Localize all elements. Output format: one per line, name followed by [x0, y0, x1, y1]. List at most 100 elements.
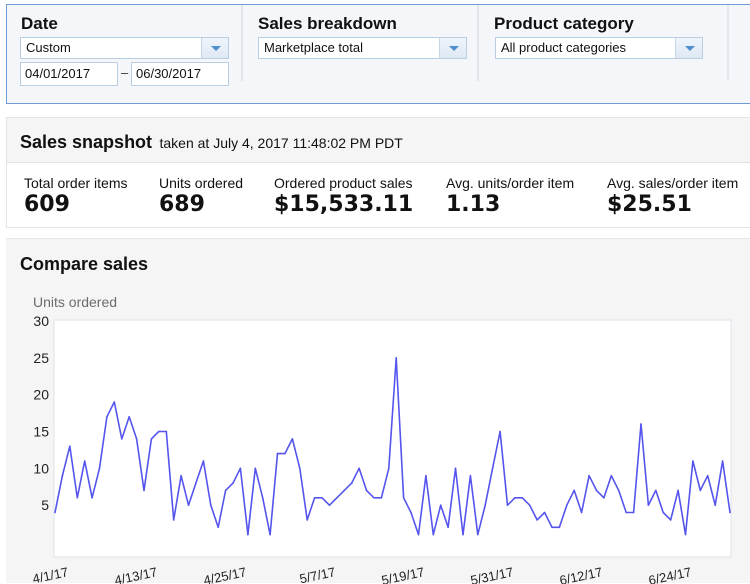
data-point[interactable] [477, 533, 479, 536]
data-point[interactable] [506, 504, 509, 507]
data-point[interactable] [677, 489, 679, 492]
data-point[interactable] [714, 504, 716, 507]
data-point[interactable] [365, 489, 368, 492]
data-point[interactable] [632, 511, 635, 514]
data-point[interactable] [350, 482, 353, 484]
data-point[interactable] [106, 416, 108, 418]
data-point[interactable] [380, 497, 383, 499]
data-point[interactable] [692, 460, 694, 462]
data-point[interactable] [210, 504, 212, 507]
data-point[interactable] [373, 497, 375, 499]
data-point[interactable] [417, 533, 420, 536]
data-point[interactable] [269, 533, 271, 536]
data-point[interactable] [276, 452, 279, 455]
data-point[interactable] [217, 526, 219, 529]
sales-breakdown-select[interactable]: Marketplace total [258, 37, 467, 59]
data-point[interactable] [684, 533, 687, 536]
data-point[interactable] [54, 511, 56, 514]
data-point[interactable] [313, 497, 316, 499]
data-point[interactable] [536, 519, 538, 521]
data-point[interactable] [625, 511, 627, 514]
data-point[interactable] [729, 511, 731, 514]
data-point[interactable] [121, 438, 123, 440]
data-point[interactable] [224, 489, 227, 492]
data-point[interactable] [699, 489, 702, 492]
data-point[interactable] [165, 430, 168, 433]
data-point[interactable] [388, 467, 390, 470]
data-point[interactable] [521, 497, 524, 499]
data-point[interactable] [640, 423, 642, 425]
data-point[interactable] [291, 438, 294, 440]
data-point[interactable] [336, 497, 338, 499]
data-point[interactable] [143, 489, 145, 492]
data-point[interactable] [543, 511, 546, 514]
data-point[interactable] [491, 467, 494, 470]
data-point[interactable] [647, 504, 650, 507]
data-point[interactable] [299, 467, 301, 470]
data-point[interactable] [343, 489, 346, 492]
data-point[interactable] [610, 474, 613, 477]
data-point[interactable] [76, 497, 79, 499]
data-point[interactable] [195, 482, 197, 484]
data-point[interactable] [261, 497, 264, 499]
data-point[interactable] [284, 452, 286, 455]
data-point[interactable] [402, 497, 405, 499]
data-point[interactable] [410, 511, 412, 514]
product-category-select[interactable]: All product categories [495, 37, 703, 59]
data-point[interactable] [580, 511, 583, 514]
data-point[interactable] [721, 460, 724, 462]
data-point[interactable] [239, 467, 242, 470]
start-date-input[interactable]: 04/01/2017 [20, 62, 118, 86]
data-point[interactable] [425, 474, 427, 477]
data-point[interactable] [321, 497, 323, 499]
data-point[interactable] [454, 467, 457, 470]
data-point[interactable] [187, 504, 190, 507]
data-point[interactable] [202, 460, 205, 462]
data-point[interactable] [706, 474, 709, 477]
data-point[interactable] [558, 526, 561, 529]
data-point[interactable] [484, 504, 487, 507]
data-point[interactable] [551, 526, 553, 529]
data-point[interactable] [595, 489, 598, 492]
data-point[interactable] [172, 519, 175, 521]
data-point[interactable] [617, 489, 620, 492]
data-point[interactable] [61, 474, 64, 477]
data-point[interactable] [469, 474, 472, 477]
data-point[interactable] [113, 401, 116, 403]
sales-breakdown-dropdown-button[interactable] [439, 38, 466, 58]
data-point[interactable] [83, 460, 86, 462]
data-point[interactable] [158, 430, 160, 433]
data-point[interactable] [499, 430, 501, 433]
data-point[interactable] [573, 489, 575, 492]
data-point[interactable] [603, 497, 605, 499]
data-point[interactable] [91, 497, 93, 499]
data-point[interactable] [180, 474, 182, 477]
data-point[interactable] [588, 474, 590, 477]
data-point[interactable] [662, 511, 664, 514]
end-date-input[interactable]: 06/30/2017 [131, 62, 229, 86]
data-point[interactable] [150, 438, 153, 440]
data-point[interactable] [655, 489, 657, 492]
data-point[interactable] [128, 416, 130, 418]
data-point[interactable] [98, 467, 101, 470]
data-point[interactable] [514, 497, 516, 499]
date-range-dropdown-button[interactable] [201, 38, 228, 58]
data-point[interactable] [247, 533, 249, 536]
data-point[interactable] [669, 519, 672, 521]
data-point[interactable] [395, 357, 398, 359]
data-point[interactable] [306, 519, 309, 521]
data-point[interactable] [447, 526, 449, 529]
data-point[interactable] [439, 504, 442, 507]
data-point[interactable] [254, 467, 257, 470]
data-point[interactable] [462, 533, 464, 536]
data-point[interactable] [135, 438, 138, 440]
data-point[interactable] [358, 467, 360, 470]
data-point[interactable] [232, 482, 234, 484]
product-category-dropdown-button[interactable] [675, 38, 702, 58]
data-point[interactable] [432, 533, 435, 536]
date-range-select[interactable]: Custom [20, 37, 229, 59]
data-point[interactable] [328, 504, 331, 507]
data-point[interactable] [69, 445, 71, 447]
data-point[interactable] [566, 504, 568, 507]
data-point[interactable] [528, 504, 531, 507]
